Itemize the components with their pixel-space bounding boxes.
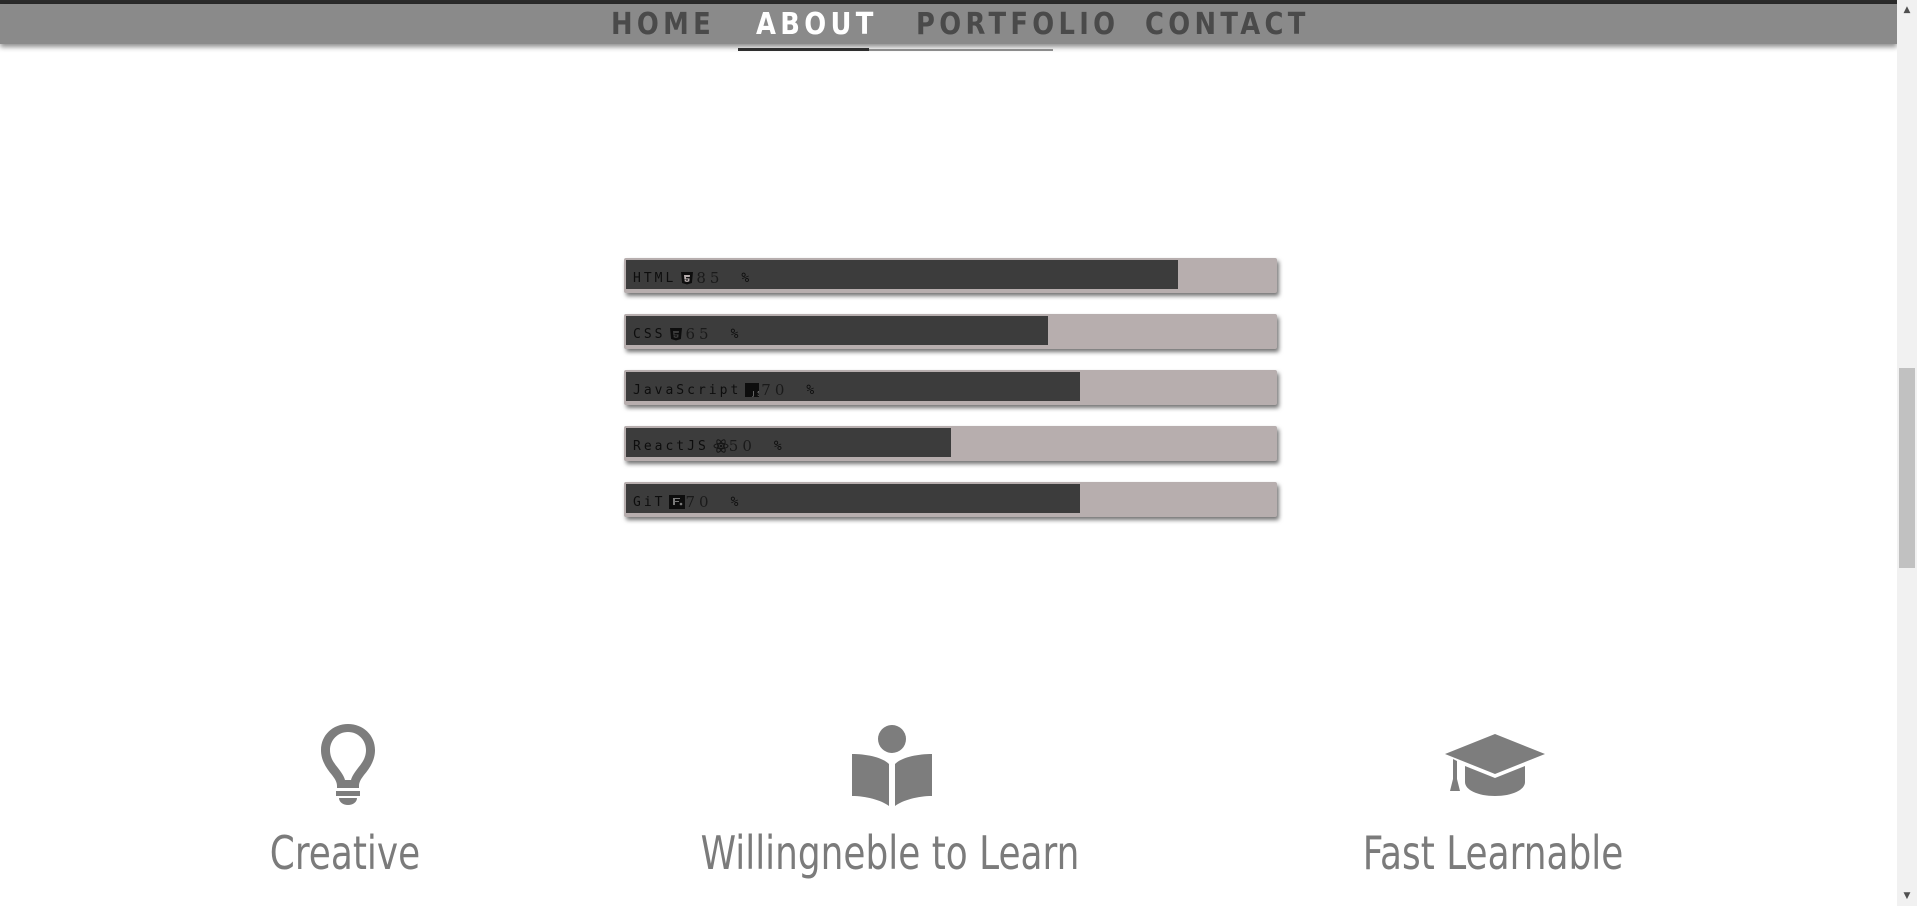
skill-percent: 70 bbox=[761, 381, 789, 399]
skill-label-html: HTML 85 % bbox=[633, 269, 752, 287]
scroll-up-arrow-icon[interactable]: ▲ bbox=[1897, 2, 1917, 18]
feature-title-fast-learnable: Fast Learnable bbox=[1362, 826, 1624, 880]
skill-bar-reactjs: ReactJS 50 % bbox=[624, 426, 1277, 461]
scroll-thumb[interactable] bbox=[1899, 368, 1915, 568]
skill-percent: 85 bbox=[696, 269, 724, 287]
skill-bar-css: CSS 65 % bbox=[624, 314, 1277, 349]
page-scrollbar[interactable]: ▲ ▼ bbox=[1897, 0, 1917, 906]
feature-title-creative: Creative bbox=[269, 826, 421, 880]
feature-title-willing-to-learn: Willingneble to Learn bbox=[700, 826, 1080, 880]
skill-name: HTML bbox=[633, 270, 677, 286]
javascript-icon: JS bbox=[745, 383, 761, 398]
reading-person-icon bbox=[850, 724, 934, 810]
nav-about-link[interactable]: ABOUT bbox=[756, 7, 878, 42]
graduation-cap-icon bbox=[1443, 732, 1547, 802]
scroll-down-arrow-icon[interactable]: ▼ bbox=[1897, 888, 1917, 904]
skill-name: CSS bbox=[633, 326, 666, 342]
nav-active-underline bbox=[738, 48, 869, 51]
percent-sign: % bbox=[730, 326, 742, 342]
percent-sign: % bbox=[741, 270, 753, 286]
skill-label-git: GiT 70 % bbox=[633, 493, 741, 511]
skill-bar-javascript: JavaScript JS 70 % bbox=[624, 370, 1277, 405]
main-nav: HOME ABOUT PORTFOLIO CONTACT bbox=[0, 4, 1897, 44]
nav-contact-link[interactable]: CONTACT bbox=[1145, 7, 1310, 42]
svg-text:JS: JS bbox=[752, 391, 760, 398]
nav-underline-track bbox=[869, 49, 1053, 51]
html5-icon bbox=[680, 271, 694, 285]
skill-name: JavaScript bbox=[633, 382, 742, 398]
react-icon bbox=[713, 439, 729, 453]
skill-name: ReactJS bbox=[633, 438, 709, 454]
percent-sign: % bbox=[773, 438, 785, 454]
lightbulb-icon bbox=[316, 722, 380, 810]
skill-bar-git: GiT 70 % bbox=[624, 482, 1277, 517]
nav-home-link[interactable]: HOME bbox=[611, 7, 715, 42]
percent-sign: % bbox=[806, 382, 818, 398]
skill-name: GiT bbox=[633, 494, 666, 510]
skill-percent: 70 bbox=[685, 493, 713, 511]
skill-label-javascript: JavaScript JS 70 % bbox=[633, 381, 817, 399]
skill-percent: 65 bbox=[685, 325, 713, 343]
skill-label-css: CSS 65 % bbox=[633, 325, 741, 343]
skill-bar-html: HTML 85 % bbox=[624, 258, 1277, 293]
nav-portfolio-link[interactable]: PORTFOLIO bbox=[916, 7, 1119, 42]
skill-label-reactjs: ReactJS 50 % bbox=[633, 437, 785, 455]
git-icon bbox=[669, 495, 686, 509]
skill-percent: 50 bbox=[728, 437, 756, 455]
percent-sign: % bbox=[730, 494, 742, 510]
css3-icon bbox=[669, 327, 683, 341]
